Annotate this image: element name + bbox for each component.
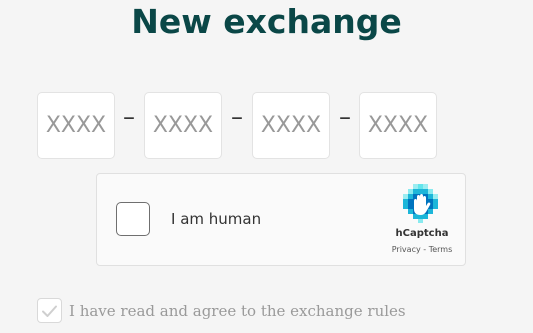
agree-rules-checkbox[interactable] — [37, 298, 62, 323]
checkmark-icon — [42, 305, 57, 317]
agree-rules-row: I have read and agree to the exchange ru… — [37, 297, 406, 324]
hcaptcha-widget: I am human hCaptcha Privacy - Terms — [96, 173, 466, 266]
privacy-link[interactable]: Privacy — [392, 245, 421, 254]
links-separator: - — [420, 245, 429, 254]
captcha-links: Privacy - Terms — [377, 245, 467, 254]
hcaptcha-hand-icon — [403, 184, 438, 223]
code-input-1[interactable] — [39, 112, 113, 139]
code-input-2-box[interactable] — [144, 92, 222, 159]
agree-rules-label: I have read and agree to the exchange ru… — [69, 301, 406, 320]
hcaptcha-brand: hCaptcha — [395, 228, 449, 239]
code-input-4[interactable] — [361, 112, 435, 139]
code-separator: – — [123, 103, 135, 131]
code-input-2[interactable] — [146, 112, 220, 139]
page-title: New exchange — [131, 2, 402, 41]
terms-link[interactable]: Terms — [429, 245, 453, 254]
code-separator: – — [231, 103, 243, 131]
code-separator: – — [339, 103, 351, 131]
code-input-1-box[interactable] — [37, 92, 115, 159]
captcha-checkbox[interactable] — [116, 202, 150, 236]
captcha-label: I am human — [171, 210, 262, 228]
code-input-4-box[interactable] — [359, 92, 437, 159]
code-input-3[interactable] — [254, 112, 328, 139]
code-input-3-box[interactable] — [252, 92, 330, 159]
